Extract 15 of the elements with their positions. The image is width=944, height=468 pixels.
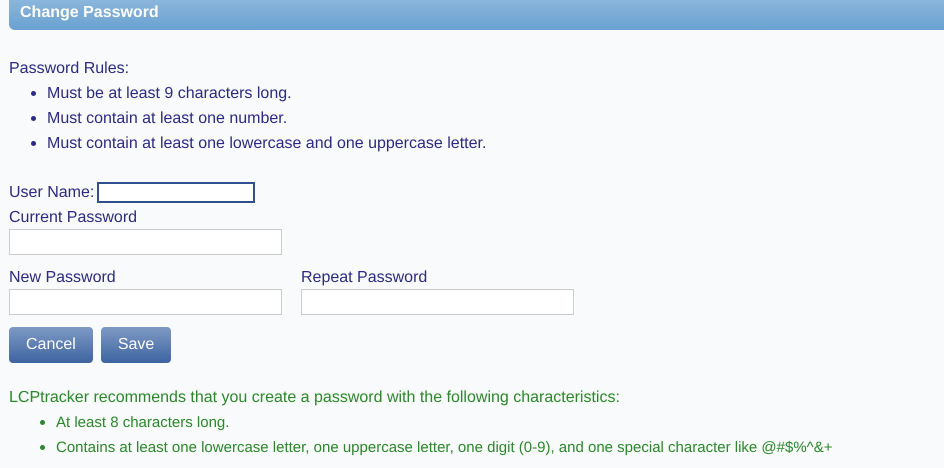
- rules-heading: Password Rules:: [9, 60, 130, 78]
- recommendation-text: At least 8 characters long.: [56, 414, 230, 431]
- rule-text: Must contain at least one lowercase and one uppercase letter.: [47, 134, 486, 152]
- rule-text: Must be at least 9 characters long.: [47, 84, 292, 102]
- cancel-button[interactable]: Cancel: [9, 327, 93, 363]
- input-field[interactable]: [97, 182, 256, 203]
- field-label: Repeat Password: [301, 269, 428, 287]
- rule-text: Must contain at least one number.: [47, 110, 288, 128]
- page-title: Change Password: [20, 4, 159, 22]
- recommendation-text: Contains at least one lowercase letter, one uppercase letter, one digit (0-9), and one special character like @#$%^&+: [56, 439, 832, 456]
- field-label: Current Password: [9, 209, 138, 227]
- save-button[interactable]: Save: [100, 327, 172, 363]
- recommendation-intro: LCPtracker recommends that you create a password with the following characteristics:: [9, 389, 621, 407]
- field-label: New Password: [9, 269, 117, 287]
- field-label: User Name:: [9, 184, 94, 202]
